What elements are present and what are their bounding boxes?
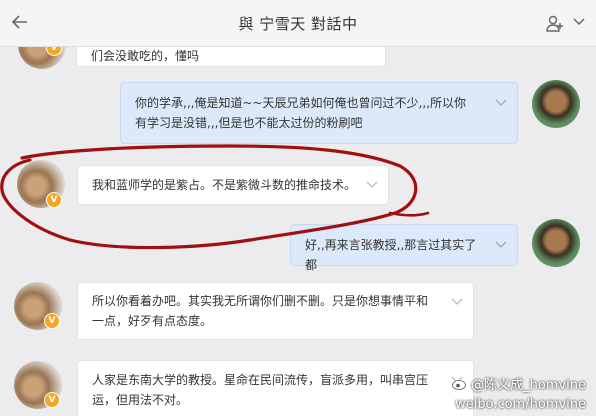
message-text: 所以你看着办吧。其实我无所谓你们删不删。只是你想事情平和一点，好歹有点态度。	[92, 294, 429, 328]
chevron-down-icon[interactable]	[451, 298, 463, 306]
chevron-down-icon[interactable]	[495, 241, 507, 249]
verified-badge-icon: V	[46, 192, 62, 208]
watermark-handle: @陈义成_homvine	[452, 376, 586, 395]
message-list[interactable]: V 们会没敢吃的，懂吗 你的学承,,,俺是知道~~天辰兄弟如何俺也曾问过不少,,…	[0, 47, 596, 416]
avatar[interactable]	[532, 80, 580, 128]
message-text: 好,,再来言张教授,,那言过其实了都	[305, 238, 477, 272]
avatar[interactable]	[532, 219, 580, 267]
message-bubble[interactable]: 们会没敢吃的，懂吗	[76, 47, 386, 67]
weibo-logo-icon	[452, 380, 466, 390]
user-settings-icon[interactable]	[546, 14, 564, 32]
message-text: 我和蓝师学的是紫占。不是紫微斗数的推命技术。	[92, 178, 357, 192]
verified-badge-icon: V	[44, 313, 60, 329]
conversation-title: 與 宁雪天 對話中	[238, 15, 358, 33]
message-bubble[interactable]: 所以你看着办吧。其实我无所谓你们删不删。只是你想事情平和一点，好歹有点态度。	[77, 282, 474, 340]
message-text: 你的学承,,,俺是知道~~天辰兄弟如何俺也曾问过不少,,,所以你有学习是没错,,…	[135, 96, 466, 130]
conversation-header: 與 宁雪天 對話中	[0, 0, 596, 47]
chevron-down-icon[interactable]	[572, 16, 586, 28]
message-text: 们会没敢吃的，懂吗	[91, 49, 200, 63]
chevron-down-icon[interactable]	[366, 181, 378, 189]
message-text: 人家是东南大学的教授。星命在民间流传，盲派多用，叫串宫压运，但用法不对。	[92, 373, 429, 407]
message-bubble[interactable]: 好,,再来言张教授,,那言过其实了都	[290, 224, 518, 272]
message-bubble[interactable]: 你的学承,,,俺是知道~~天辰兄弟如何俺也曾问过不少,,,所以你有学习是没错,,…	[120, 82, 518, 144]
verified-badge-icon: V	[44, 392, 60, 408]
watermark: @陈义成_homvine weibo.com/homvine	[452, 376, 586, 414]
chevron-down-icon[interactable]	[495, 99, 507, 107]
watermark-url: weibo.com/homvine	[455, 397, 586, 412]
message-bubble[interactable]: 我和蓝师学的是紫占。不是紫微斗数的推命技术。	[77, 165, 389, 205]
message-bubble[interactable]: 人家是东南大学的教授。星命在民间流传，盲派多用，叫串宫压运，但用法不对。	[77, 360, 474, 416]
